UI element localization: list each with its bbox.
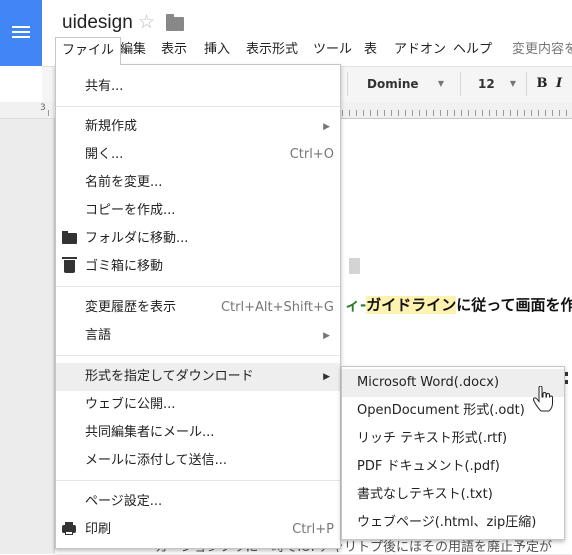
- menu-item-label: フォルダに移動...: [85, 231, 189, 246]
- menu-item-label: ウェブに公開...: [85, 397, 176, 412]
- trash-icon: [62, 257, 77, 273]
- document-text-line[interactable]: ィ-ガイドラインに従って画面を作成: [345, 294, 572, 315]
- menu-item-rename[interactable]: 名前を変更...: [56, 169, 340, 197]
- menu-item-revision-history[interactable]: 変更履歴を表示 Ctrl+Alt+Shift+G: [56, 294, 340, 322]
- submenu-arrow-icon: ▶: [323, 372, 330, 382]
- save-status: 変更内容を: [512, 42, 572, 57]
- shortcut-label: Ctrl+O: [289, 147, 334, 162]
- toolbar-separator: [347, 72, 348, 96]
- menu-divider: [56, 286, 340, 287]
- menu-view[interactable]: 表示: [155, 37, 193, 63]
- menu-item-make-copy[interactable]: コピーを作成...: [56, 197, 340, 225]
- download-submenu: Microsoft Word(.docx) OpenDocument 形式(.o…: [341, 366, 565, 540]
- menu-item-new[interactable]: 新規作成 ▶: [56, 113, 340, 141]
- star-icon[interactable]: ☆: [138, 13, 155, 32]
- italic-button[interactable]: I: [556, 70, 572, 98]
- submenu-item-label: リッチ テキスト形式(.rtf): [357, 431, 508, 446]
- chevron-down-icon: ▼: [437, 79, 444, 88]
- bold-button[interactable]: B: [531, 70, 553, 98]
- menu-tools[interactable]: ツール: [307, 37, 358, 63]
- ruler-label: 3: [40, 103, 46, 113]
- menu-item-move-to-folder[interactable]: フォルダに移動...: [56, 225, 340, 253]
- menu-item-label: ゴミ箱に移動: [85, 259, 164, 274]
- menu-item-label: 変更履歴を表示: [85, 300, 177, 315]
- download-odt[interactable]: OpenDocument 形式(.odt): [342, 397, 564, 425]
- font-select[interactable]: Domine ▼: [355, 70, 450, 98]
- menu-item-label: コピーを作成...: [85, 203, 176, 218]
- menu-table[interactable]: 表: [358, 37, 383, 63]
- font-size-value: 12: [478, 77, 495, 91]
- menu-item-email-attachment[interactable]: メールに添付して送信...: [56, 447, 340, 475]
- text-rest: に従って画面を作成: [456, 296, 572, 314]
- menu-format[interactable]: 表示形式: [240, 37, 304, 63]
- menu-item-email-collaborators[interactable]: 共同編集者にメール...: [56, 419, 340, 447]
- file-menu: 共有... 新規作成 ▶ 開く... Ctrl+O 名前を変更... コピーを作…: [55, 64, 341, 549]
- menu-item-open[interactable]: 開く... Ctrl+O: [56, 141, 340, 169]
- download-docx[interactable]: Microsoft Word(.docx): [342, 369, 564, 397]
- menu-insert[interactable]: 挿入: [198, 37, 236, 63]
- document-title[interactable]: uidesign: [62, 12, 133, 34]
- hand-cursor-icon: [533, 386, 553, 412]
- download-rtf[interactable]: リッチ テキスト形式(.rtf): [342, 425, 564, 453]
- menu-item-label: 新規作成: [85, 119, 138, 134]
- download-pdf[interactable]: PDF ドキュメント(.pdf): [342, 453, 564, 481]
- menu-addons[interactable]: アドオン: [388, 37, 452, 63]
- submenu-item-label: OpenDocument 形式(.odt): [357, 403, 525, 418]
- menu-divider: [56, 480, 340, 481]
- menu-item-label: ページ設定...: [85, 494, 163, 509]
- shortcut-label: Ctrl+Alt+Shift+G: [220, 300, 334, 315]
- menu-item-label: 開く...: [85, 147, 124, 162]
- download-html[interactable]: ウェブページ(.html、zip圧縮): [342, 509, 564, 537]
- download-txt[interactable]: 書式なしテキスト(.txt): [342, 481, 564, 509]
- submenu-arrow-icon: ▶: [323, 122, 330, 132]
- text-prefix: ィ-: [345, 296, 367, 314]
- menu-item-move-to-trash[interactable]: ゴミ箱に移動: [56, 253, 340, 281]
- menu-item-label: 形式を指定してダウンロード: [85, 369, 254, 384]
- highlighted-text: ガイドライン: [366, 296, 457, 314]
- menu-item-share[interactable]: 共有...: [56, 73, 340, 101]
- menu-item-label: 印刷: [85, 522, 112, 537]
- chevron-down-icon: ▼: [509, 79, 516, 88]
- menu-item-language[interactable]: 言語 ▶: [56, 322, 340, 350]
- menu-file[interactable]: ファイル: [55, 37, 122, 65]
- folder-icon[interactable]: [166, 14, 184, 31]
- submenu-item-label: Microsoft Word(.docx): [357, 375, 500, 390]
- toolbar-separator: [460, 72, 461, 96]
- font-select-value: Domine: [367, 77, 419, 91]
- toolbar-separator: [526, 72, 527, 96]
- embedded-object[interactable]: [349, 258, 360, 274]
- submenu-arrow-icon: ▶: [323, 331, 330, 341]
- menu-item-label: メールに添付して送信...: [85, 453, 228, 468]
- menu-item-label: 共同編集者にメール...: [85, 425, 215, 440]
- print-icon: [62, 522, 76, 535]
- menu-item-label: 共有...: [85, 79, 124, 94]
- menu-item-label: 言語: [85, 328, 112, 343]
- menu-item-label: 名前を変更...: [85, 175, 163, 190]
- menu-item-print[interactable]: 印刷 Ctrl+P: [56, 516, 340, 544]
- folder-icon: [62, 231, 77, 244]
- menu-help[interactable]: ヘルプ: [447, 37, 498, 63]
- menu-item-download-as[interactable]: 形式を指定してダウンロード ▶: [56, 363, 340, 391]
- menu-item-publish[interactable]: ウェブに公開...: [56, 391, 340, 419]
- submenu-item-label: ウェブページ(.html、zip圧縮): [357, 515, 537, 530]
- submenu-item-label: PDF ドキュメント(.pdf): [357, 459, 500, 474]
- font-size-select[interactable]: 12 ▼: [470, 70, 522, 98]
- shortcut-label: Ctrl+P: [292, 522, 334, 537]
- menu-divider: [56, 106, 340, 107]
- docs-logo[interactable]: [0, 0, 42, 66]
- menu-divider: [56, 355, 340, 356]
- submenu-item-label: 書式なしテキスト(.txt): [357, 487, 493, 502]
- menu-item-page-setup[interactable]: ページ設定...: [56, 488, 340, 516]
